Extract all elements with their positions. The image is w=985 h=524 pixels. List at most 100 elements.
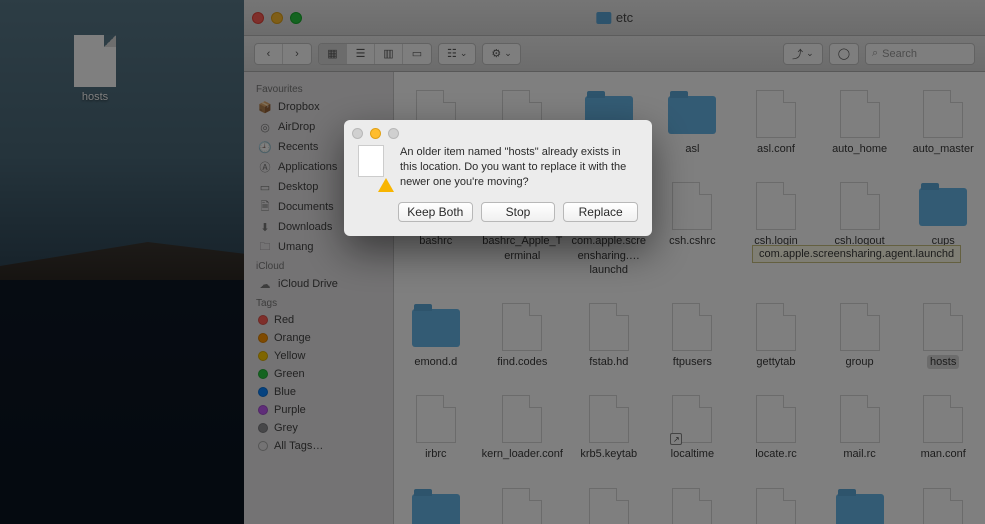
file-item-master-passwd[interactable]: master.passwd bbox=[478, 484, 567, 524]
document-icon: ↗ bbox=[672, 395, 712, 443]
folder-icon bbox=[412, 494, 460, 524]
document-icon bbox=[756, 182, 796, 230]
sidebar-item-icloud-drive[interactable]: ☁ iCloud Drive bbox=[244, 274, 393, 294]
sidebar-item-purple[interactable]: Purple bbox=[244, 401, 393, 419]
file-item-csh-cshrc[interactable]: csh.cshrc bbox=[651, 178, 735, 281]
sidebar-item-label: Blue bbox=[274, 386, 296, 398]
sidebar-item-umang[interactable]: 🗀Umang bbox=[244, 237, 393, 257]
file-item-manpaths-d[interactable]: manpaths.d bbox=[394, 484, 478, 524]
titlebar[interactable]: etc bbox=[244, 0, 985, 36]
keep-both-button[interactable]: Keep Both bbox=[398, 202, 473, 222]
group-by-button[interactable]: ☷ bbox=[438, 43, 476, 65]
document-icon bbox=[923, 303, 963, 351]
file-name-label: group bbox=[846, 355, 874, 369]
tags-button[interactable]: ◯ bbox=[829, 43, 859, 65]
file-item-auto-master[interactable]: auto_master bbox=[901, 86, 985, 160]
forward-button[interactable]: › bbox=[283, 44, 311, 64]
sidebar-item-icon: 📦 bbox=[258, 100, 272, 114]
file-item-cups[interactable]: cups bbox=[901, 178, 985, 281]
file-item-ftpusers[interactable]: ftpusers bbox=[651, 299, 735, 373]
file-name-label: cups bbox=[932, 234, 955, 248]
file-name-label: bashrc_Apple_Terminal bbox=[482, 234, 563, 263]
file-item-find-codes[interactable]: find.codes bbox=[478, 299, 567, 373]
sidebar-item-label: Yellow bbox=[274, 350, 305, 362]
document-icon bbox=[589, 395, 629, 443]
sidebar-item-icon: ⬇ bbox=[258, 220, 272, 234]
file-item-fstab-hd[interactable]: fstab.hd bbox=[567, 299, 651, 373]
nav-group: ‹ › bbox=[254, 43, 312, 65]
file-name-label: gettytab bbox=[756, 355, 795, 369]
sidebar-item-icon: 🗎 bbox=[258, 200, 272, 214]
file-item-group[interactable]: group bbox=[818, 299, 902, 373]
sidebar-header: iCloud bbox=[244, 257, 393, 274]
folder-icon bbox=[596, 12, 611, 24]
sidebar-item-blue[interactable]: Blue bbox=[244, 383, 393, 401]
list-view-button[interactable]: ☰ bbox=[347, 44, 375, 64]
file-item-csh-logout[interactable]: csh.logout bbox=[818, 178, 902, 281]
tag-dot-icon bbox=[258, 387, 268, 397]
file-item-localtime[interactable]: ↗ localtime bbox=[651, 391, 735, 465]
file-item-irbrc[interactable]: irbrc bbox=[394, 391, 478, 465]
stop-button[interactable]: Stop bbox=[481, 202, 556, 222]
file-item-csh-login[interactable]: csh.login bbox=[734, 178, 818, 281]
file-item-newsyslog-conf[interactable]: newsyslog.conf bbox=[734, 484, 818, 524]
sidebar-item-red[interactable]: Red bbox=[244, 311, 393, 329]
file-item-nanorc[interactable]: nanorc bbox=[567, 484, 651, 524]
sidebar-item-grey[interactable]: Grey bbox=[244, 419, 393, 437]
document-icon bbox=[416, 395, 456, 443]
file-item-krb5-keytab[interactable]: krb5.keytab bbox=[567, 391, 651, 465]
file-item-locate-rc[interactable]: locate.rc bbox=[734, 391, 818, 465]
sidebar-item-label: iCloud Drive bbox=[278, 278, 338, 290]
back-button[interactable]: ‹ bbox=[255, 44, 283, 64]
file-item-auto-home[interactable]: auto_home bbox=[818, 86, 902, 160]
document-icon bbox=[756, 90, 796, 138]
tag-dot-icon bbox=[258, 423, 268, 433]
document-icon bbox=[756, 395, 796, 443]
close-button[interactable] bbox=[252, 12, 264, 24]
desktop-file-hosts[interactable]: hosts bbox=[65, 35, 125, 103]
share-button[interactable]: ⤴ bbox=[783, 43, 823, 65]
view-group: ▦ ☰ ▥ ▭ bbox=[318, 43, 432, 65]
action-button[interactable]: ⚙ bbox=[482, 43, 520, 65]
file-item-gettytab[interactable]: gettytab bbox=[734, 299, 818, 373]
sidebar-item-all-tags-[interactable]: All Tags… bbox=[244, 437, 393, 455]
file-item-hosts[interactable]: hosts bbox=[901, 299, 985, 373]
file-name-label: bashrc bbox=[419, 234, 452, 248]
sidebar-item-label: Applications bbox=[278, 161, 337, 173]
search-field[interactable]: ⌕ Search bbox=[865, 43, 975, 65]
sidebar-item-dropbox[interactable]: 📦Dropbox bbox=[244, 97, 393, 117]
sidebar-item-orange[interactable]: Orange bbox=[244, 329, 393, 347]
file-item-asl[interactable]: asl bbox=[651, 86, 735, 160]
file-item-emond-d[interactable]: emond.d bbox=[394, 299, 478, 373]
alias-badge-icon: ↗ bbox=[670, 433, 682, 445]
icon-view-button[interactable]: ▦ bbox=[319, 44, 347, 64]
file-item-newsyslog-d[interactable]: newsyslog.d bbox=[818, 484, 902, 524]
maximize-button[interactable] bbox=[290, 12, 302, 24]
file-item-nfs-conf[interactable]: nfs.conf bbox=[901, 484, 985, 524]
file-name-label: asl.conf bbox=[757, 142, 795, 156]
sidebar-item-yellow[interactable]: Yellow bbox=[244, 347, 393, 365]
dialog-maximize-button bbox=[388, 128, 399, 139]
folder-icon bbox=[836, 494, 884, 524]
file-name-label: localtime bbox=[671, 447, 714, 461]
file-item-asl-conf[interactable]: asl.conf bbox=[734, 86, 818, 160]
gallery-view-button[interactable]: ▭ bbox=[403, 44, 431, 64]
file-item-kern-loader-conf[interactable]: kern_loader.conf bbox=[478, 391, 567, 465]
sidebar-item-icon: ☁ bbox=[258, 277, 272, 291]
replace-button[interactable]: Replace bbox=[563, 202, 638, 222]
traffic-lights bbox=[252, 12, 302, 24]
file-item-man-conf[interactable]: man.conf bbox=[901, 391, 985, 465]
search-icon: ⌕ bbox=[872, 47, 878, 60]
column-view-button[interactable]: ▥ bbox=[375, 44, 403, 64]
document-icon bbox=[840, 303, 880, 351]
file-item-networks[interactable]: networks bbox=[651, 484, 735, 524]
tag-dot-icon bbox=[258, 315, 268, 325]
file-name-label: krb5.keytab bbox=[580, 447, 637, 461]
window-title: etc bbox=[596, 10, 633, 25]
minimize-button[interactable] bbox=[271, 12, 283, 24]
dialog-minimize-button[interactable] bbox=[370, 128, 381, 139]
sidebar-item-green[interactable]: Green bbox=[244, 365, 393, 383]
file-item-mail-rc[interactable]: mail.rc bbox=[818, 391, 902, 465]
dialog-close-button[interactable] bbox=[352, 128, 363, 139]
document-icon bbox=[672, 303, 712, 351]
